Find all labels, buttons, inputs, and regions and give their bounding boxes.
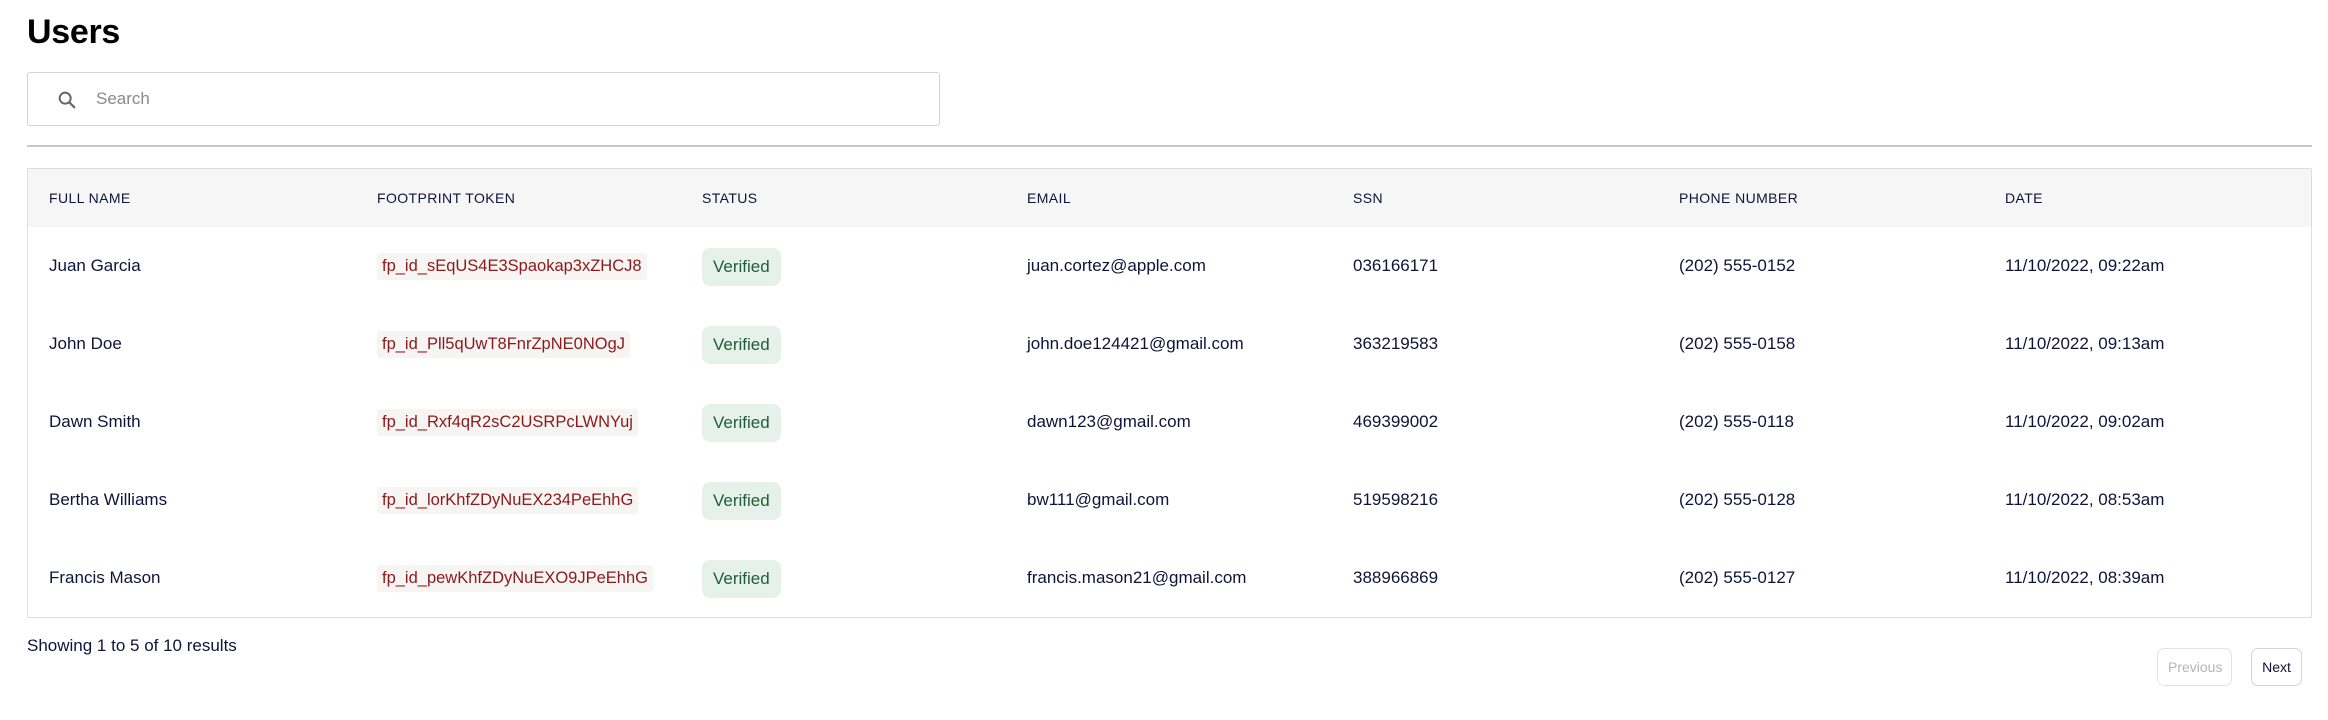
search-input[interactable] bbox=[96, 73, 916, 124]
email-cell: john.doe124421@gmail.com bbox=[1027, 334, 1244, 353]
footprint-token[interactable]: fp_id_pewKhfZDyNuEXO9JPeEhhG bbox=[377, 565, 653, 592]
pagination-summary: Showing 1 to 5 of 10 results bbox=[27, 636, 237, 655]
table-row[interactable]: Bertha Williams fp_id_lorKhfZDyNuEX234Pe… bbox=[28, 461, 2311, 539]
ssn-cell: 469399002 bbox=[1353, 412, 1439, 431]
phone-number-cell: (202) 555-0127 bbox=[1679, 568, 1796, 587]
phone-number-cell: (202) 555-0128 bbox=[1679, 490, 1796, 509]
ssn-cell: 519598216 bbox=[1353, 490, 1439, 509]
column-header-email: EMAIL bbox=[1027, 190, 1072, 206]
date-cell: 11/10/2022, 08:53am bbox=[2005, 490, 2165, 509]
full-name-cell: Francis Mason bbox=[49, 568, 161, 587]
full-name-cell: Bertha Williams bbox=[49, 490, 168, 509]
full-name-cell: Dawn Smith bbox=[49, 412, 141, 431]
footprint-token[interactable]: fp_id_Pll5qUwT8FnrZpNE0NOgJ bbox=[377, 331, 631, 358]
ssn-cell: 388966869 bbox=[1353, 568, 1439, 587]
email-cell: juan.cortez@apple.com bbox=[1027, 256, 1206, 275]
column-header-phone-number: PHONE NUMBER bbox=[1679, 190, 1799, 206]
date-cell: 11/10/2022, 09:22am bbox=[2005, 256, 2165, 275]
table-row[interactable]: Dawn Smith fp_id_Rxf4qR2sC2USRPcLWNYuj V… bbox=[28, 383, 2311, 461]
email-cell: dawn123@gmail.com bbox=[1027, 412, 1191, 431]
footprint-token[interactable]: fp_id_sEqUS4E3Spaokap3xZHCJ8 bbox=[377, 253, 647, 280]
column-header-footprint-token: FOOTPRINT TOKEN bbox=[377, 190, 516, 206]
full-name-cell: John Doe bbox=[49, 334, 122, 353]
users-page: Users FULL NAME FOOTPRINT TOKEN STATUS E… bbox=[0, 0, 2328, 720]
users-table: FULL NAME FOOTPRINT TOKEN STATUS EMAIL S… bbox=[27, 168, 2312, 618]
divider bbox=[27, 145, 2312, 147]
previous-button[interactable]: Previous bbox=[2157, 648, 2232, 686]
date-cell: 11/10/2022, 09:02am bbox=[2005, 412, 2165, 431]
page-title: Users bbox=[27, 13, 121, 51]
phone-number-cell: (202) 555-0152 bbox=[1679, 256, 1796, 275]
status-badge: Verified bbox=[702, 248, 781, 286]
search-box[interactable] bbox=[27, 72, 940, 126]
footprint-token[interactable]: fp_id_lorKhfZDyNuEX234PeEhhG bbox=[377, 487, 639, 514]
date-cell: 11/10/2022, 09:13am bbox=[2005, 334, 2165, 353]
phone-number-cell: (202) 555-0158 bbox=[1679, 334, 1796, 353]
ssn-cell: 363219583 bbox=[1353, 334, 1439, 353]
column-header-ssn: SSN bbox=[1353, 190, 1383, 206]
table-row[interactable]: John Doe fp_id_Pll5qUwT8FnrZpNE0NOgJ Ver… bbox=[28, 305, 2311, 383]
ssn-cell: 036166171 bbox=[1353, 256, 1439, 275]
phone-number-cell: (202) 555-0118 bbox=[1679, 412, 1794, 431]
status-badge: Verified bbox=[702, 404, 781, 442]
column-header-full-name: FULL NAME bbox=[49, 190, 131, 206]
email-cell: bw111@gmail.com bbox=[1027, 490, 1170, 509]
date-cell: 11/10/2022, 08:39am bbox=[2005, 568, 2165, 587]
table-header: FULL NAME FOOTPRINT TOKEN STATUS EMAIL S… bbox=[28, 169, 2311, 227]
footprint-token[interactable]: fp_id_Rxf4qR2sC2USRPcLWNYuj bbox=[377, 409, 638, 436]
column-header-date: DATE bbox=[2005, 190, 2043, 206]
status-badge: Verified bbox=[702, 482, 781, 520]
table-row[interactable]: Juan Garcia fp_id_sEqUS4E3Spaokap3xZHCJ8… bbox=[28, 227, 2311, 305]
full-name-cell: Juan Garcia bbox=[49, 256, 141, 275]
status-badge: Verified bbox=[702, 326, 781, 364]
search-icon bbox=[58, 91, 76, 109]
next-button[interactable]: Next bbox=[2251, 648, 2302, 686]
column-header-status: STATUS bbox=[702, 190, 758, 206]
email-cell: francis.mason21@gmail.com bbox=[1027, 568, 1247, 587]
status-badge: Verified bbox=[702, 560, 781, 598]
table-row[interactable]: Francis Mason fp_id_pewKhfZDyNuEXO9JPeEh… bbox=[28, 539, 2311, 617]
